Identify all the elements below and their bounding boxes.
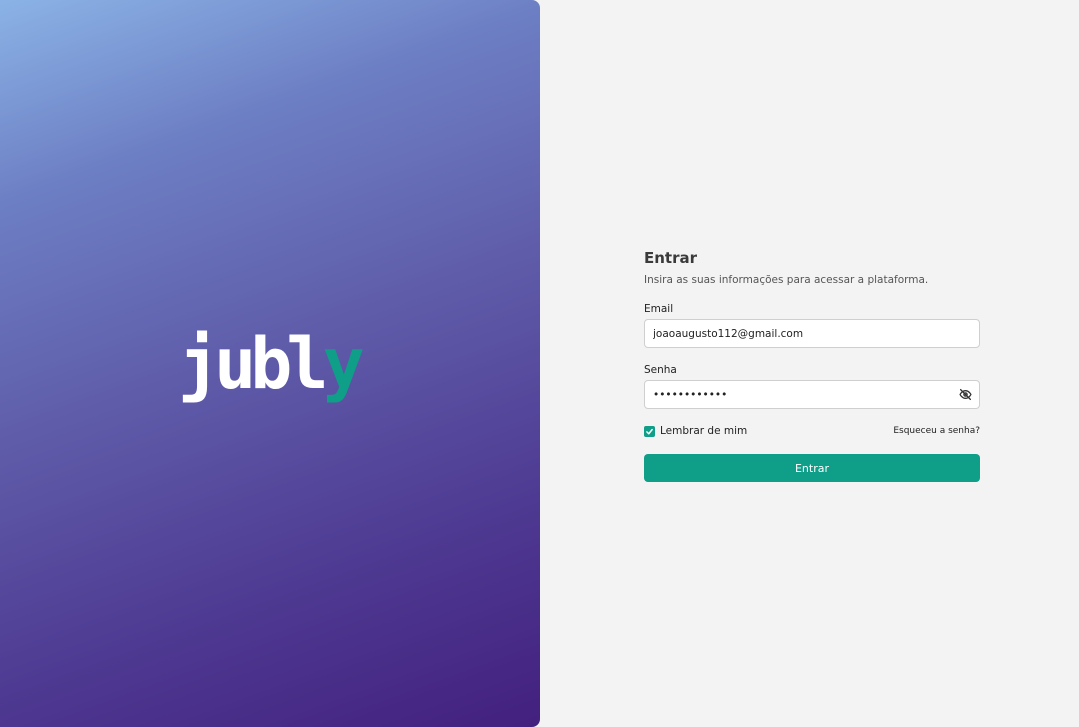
logo-text-accent: y (322, 323, 365, 405)
password-field[interactable] (644, 380, 980, 409)
login-page: jubly Entrar Insira as suas informações … (0, 0, 1079, 727)
password-label: Senha (644, 364, 677, 376)
check-icon (646, 428, 653, 434)
email-label: Email (644, 303, 674, 315)
page-subtitle: Insira as suas informações para acessar … (644, 274, 929, 286)
page-title: Entrar (644, 249, 698, 267)
options-row: Lembrar de mim Esqueceu a senha? (644, 424, 980, 438)
remember-me-checkbox[interactable] (644, 425, 655, 437)
login-form: Entrar Insira as suas informações para a… (644, 248, 980, 482)
logo-text-main: jubl (178, 323, 329, 405)
email-field[interactable] (644, 319, 980, 348)
password-field-wrapper (644, 380, 980, 409)
jubly-logo: jubly (178, 323, 365, 405)
brand-panel: jubly (0, 0, 540, 727)
remember-me-label: Lembrar de mim (660, 425, 748, 437)
email-field-wrapper (644, 319, 980, 348)
eye-off-icon[interactable] (959, 388, 972, 401)
login-button[interactable]: Entrar (644, 454, 980, 482)
remember-me[interactable]: Lembrar de mim (644, 425, 747, 437)
forgot-password-link[interactable]: Esqueceu a senha? (893, 426, 980, 436)
